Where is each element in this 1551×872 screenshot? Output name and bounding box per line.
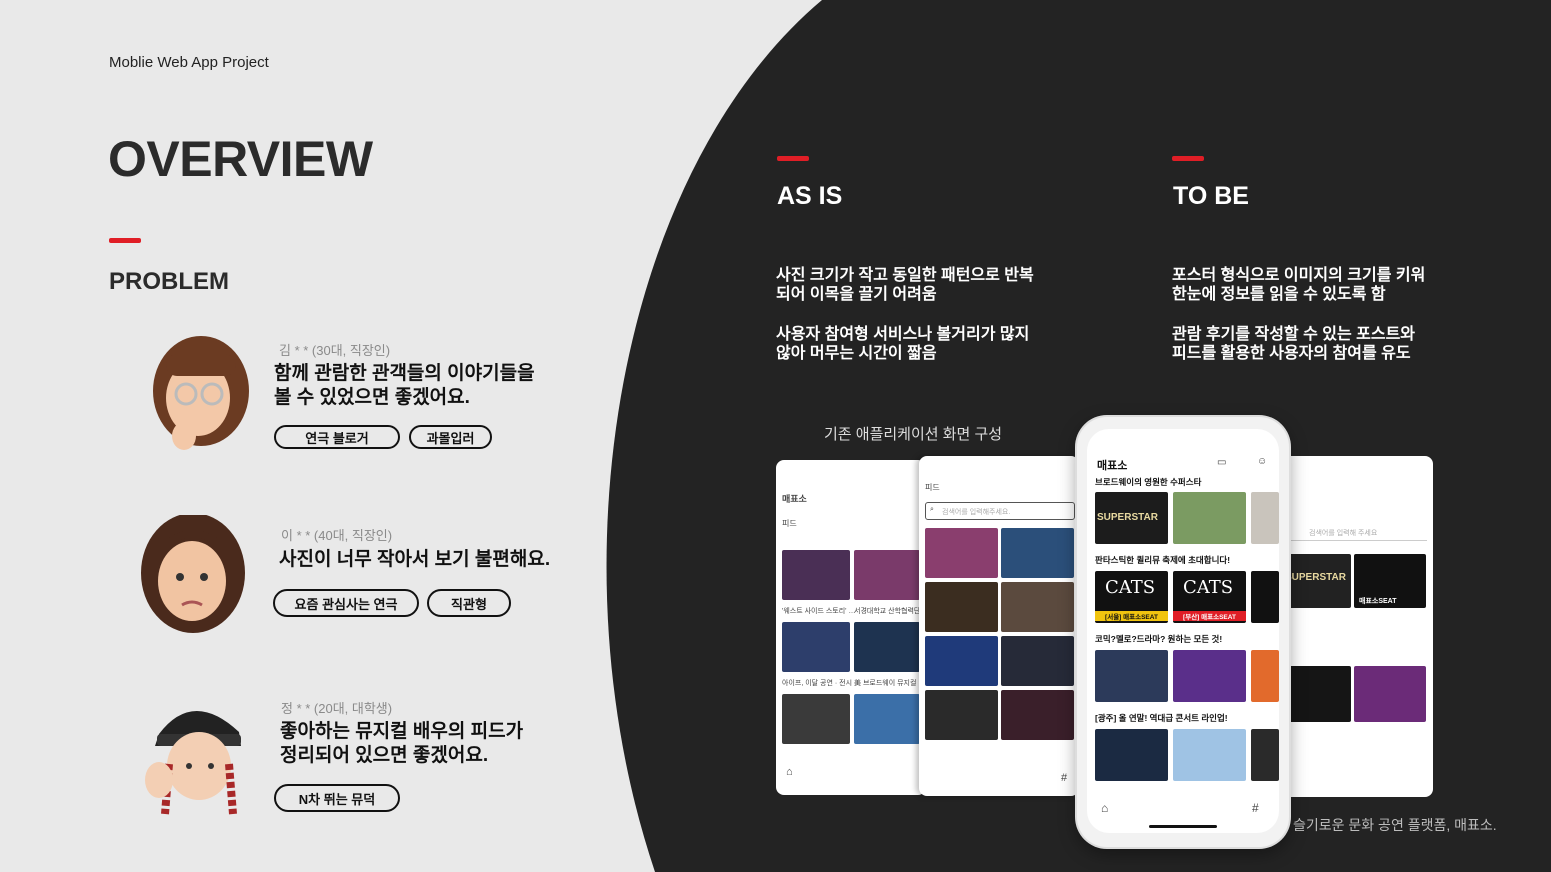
thumbnail	[1001, 582, 1074, 632]
search-input[interactable]: ⌕ 검색어를 입력해주세요.	[925, 502, 1075, 520]
old-app-screen-feed: 피드 ⌕ 검색어를 입력해주세요. #	[919, 456, 1079, 796]
footer-tagline: 슬기로운 문화 공연 플랫폼, 매표소.	[1293, 817, 1497, 833]
poster[interactable]	[1251, 650, 1279, 702]
tag: 요즘 관심사는 연극	[273, 589, 419, 617]
home-icon[interactable]: ⌂	[786, 766, 793, 778]
hashtag-icon[interactable]: #	[1252, 801, 1259, 815]
poster[interactable]	[1251, 492, 1279, 544]
poster	[1354, 666, 1426, 722]
poster[interactable]	[1251, 571, 1279, 623]
thumbnail	[854, 550, 920, 600]
tag: 직관형	[427, 589, 511, 617]
phone-mockup: 매표소 ▭ ☺ 브로드웨이의 영원한 수퍼스타 SUPERSTAR 판타스틱한 …	[1077, 417, 1289, 847]
avatar-3	[145, 710, 241, 815]
poster[interactable]	[1251, 729, 1279, 781]
thumb-caption: 아이프, 이달 공연 · 전시 …	[782, 680, 861, 687]
ticket-icon[interactable]: ▭	[1217, 457, 1226, 468]
app-logo: 매표소	[782, 494, 807, 504]
poster[interactable]: SUPERSTAR	[1095, 492, 1168, 544]
feed-label: 피드	[782, 519, 797, 528]
hashtag-icon[interactable]: #	[1061, 772, 1067, 784]
home-icon[interactable]: ⌂	[1101, 801, 1108, 815]
thumbnail	[854, 694, 920, 744]
persona-quote: 좋아하는 뮤지컬 배우의 피드가 정리되어 있으면 좋겠어요.	[280, 721, 524, 766]
thumbnail	[1001, 636, 1074, 686]
tag: 과몰입러	[409, 425, 492, 449]
as-is-point-2: 사용자 참여형 서비스나 볼거리가 많지 않아 머무는 시간이 짧음	[776, 326, 1030, 362]
persona-name: 이 * * (40대, 직장인)	[281, 528, 393, 543]
thumb-caption: '웨스트 사이드 스토리' …	[782, 608, 856, 615]
old-app-screen-home: 매표소 피드 '웨스트 사이드 스토리' … 서경대학교 산학협력단 … 아이프…	[776, 460, 926, 795]
thumbnail	[782, 694, 850, 744]
as-is-point-1: 사진 크기가 작고 동일한 패턴으로 반복 되어 이목을 끌기 어려움	[776, 267, 1034, 303]
section-heading: 브로드웨이의 영원한 수퍼스타	[1095, 477, 1202, 487]
home-indicator	[1149, 825, 1217, 828]
as-is-title: AS IS	[777, 182, 843, 210]
poster[interactable]	[1173, 650, 1246, 702]
thumbnail	[925, 528, 998, 578]
feed-title: 피드	[925, 483, 940, 492]
user-icon[interactable]: ☺	[1257, 456, 1267, 467]
persona-2: 이 * * (40대, 직장인) 사진이 너무 작아서 보기 불편해요. 요즘 …	[135, 515, 555, 640]
tag: N차 뛰는 뮤덕	[274, 784, 400, 812]
thumbnail	[1001, 690, 1074, 740]
thumbnail	[782, 550, 850, 600]
thumb-caption: 서경대학교 산학협력단 …	[854, 608, 926, 615]
section-heading: 판타스틱한 퀼리뮤 축제에 초대합니다!	[1095, 555, 1231, 565]
persona-name: 김 * * (30대, 직장인)	[279, 343, 391, 358]
search-icon: ⌕	[930, 506, 934, 513]
poster: SUPERSTAR	[1283, 554, 1351, 608]
poster	[1283, 666, 1351, 722]
section-title-problem: PROBLEM	[109, 268, 229, 295]
thumb-caption: 美 브로드웨이 뮤지컬 …	[854, 680, 926, 687]
to-be-title: TO BE	[1173, 182, 1249, 210]
poster[interactable]: CATS [서울] 매표소SEAT	[1095, 571, 1168, 623]
section-heading: 코믹?멜로?드라마? 원하는 모든 것!	[1095, 634, 1223, 644]
thumbnail	[925, 636, 998, 686]
avatar-1	[153, 336, 249, 450]
avatar-2	[141, 515, 245, 633]
persona-quote: 함께 관람한 관객들의 이야기들을 볼 수 있었으면 좋겠어요.	[274, 363, 535, 408]
persona-quote: 사진이 너무 작아서 보기 불편해요.	[279, 549, 551, 570]
persona-1: 김 * * (30대, 직장인) 함께 관람한 관객들의 이야기들을 볼 수 있…	[140, 330, 560, 460]
to-be-point-1: 포스터 형식으로 이미지의 크기를 키워 한눈에 정보를 읽을 수 있도록 함	[1172, 267, 1426, 303]
to-be-point-2: 관람 후기를 작성할 수 있는 포스트와 피드를 활용한 사용자의 참여를 유도	[1172, 326, 1416, 362]
thumbnail	[782, 622, 850, 672]
section-heading: [광주] 올 연말! 역대급 콘서트 라인업!	[1095, 713, 1228, 723]
accent-bar	[1172, 156, 1204, 161]
page-title: OVERVIEW	[108, 131, 373, 187]
thumbnail	[1001, 528, 1074, 578]
poster[interactable]	[1095, 729, 1168, 781]
thumbnail	[925, 690, 998, 740]
new-app-screen-list: 검색어를 입력해 주세요 SUPERSTAR 매표소SEAT	[1275, 456, 1433, 797]
poster[interactable]: CATS [부산] 매표소SEAT	[1173, 571, 1246, 623]
seat-label: 매표소SEAT	[1359, 598, 1397, 605]
search-input[interactable]: 검색어를 입력해 주세요	[1281, 526, 1427, 541]
app-logo: 매표소	[1097, 460, 1128, 472]
thumbnail	[854, 622, 920, 672]
phone-screen: 매표소 ▭ ☺ 브로드웨이의 영원한 수퍼스타 SUPERSTAR 판타스틱한 …	[1087, 429, 1279, 833]
thumbnail	[925, 582, 998, 632]
tag: 연극 블로거	[274, 425, 400, 449]
project-label: Moblie Web App Project	[109, 54, 269, 71]
poster[interactable]	[1095, 650, 1168, 702]
poster[interactable]	[1173, 729, 1246, 781]
persona-name: 정 * * (20대, 대학생)	[281, 701, 393, 716]
poster[interactable]	[1173, 492, 1246, 544]
accent-bar	[777, 156, 809, 161]
accent-bar	[109, 238, 141, 243]
persona-3: 정 * * (20대, 대학생) 좋아하는 뮤지컬 배우의 피드가 정리되어 있…	[135, 690, 555, 825]
as-is-caption: 기존 애플리케이션 화면 구성	[824, 426, 1003, 443]
